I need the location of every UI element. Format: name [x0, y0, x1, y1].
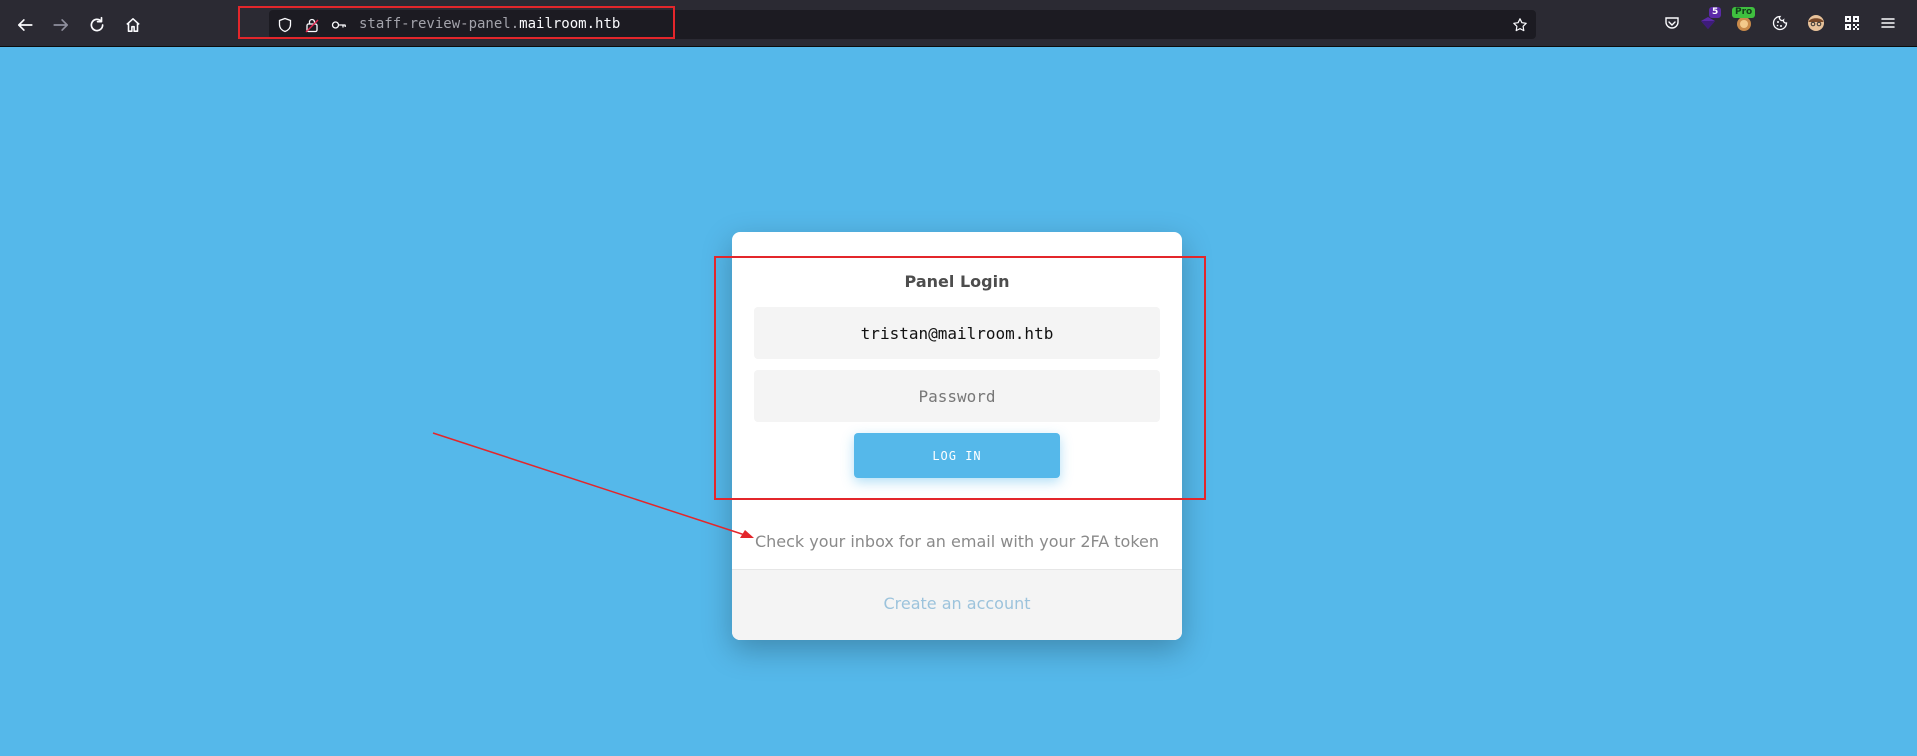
annotation-arrow-icon: [432, 432, 754, 538]
